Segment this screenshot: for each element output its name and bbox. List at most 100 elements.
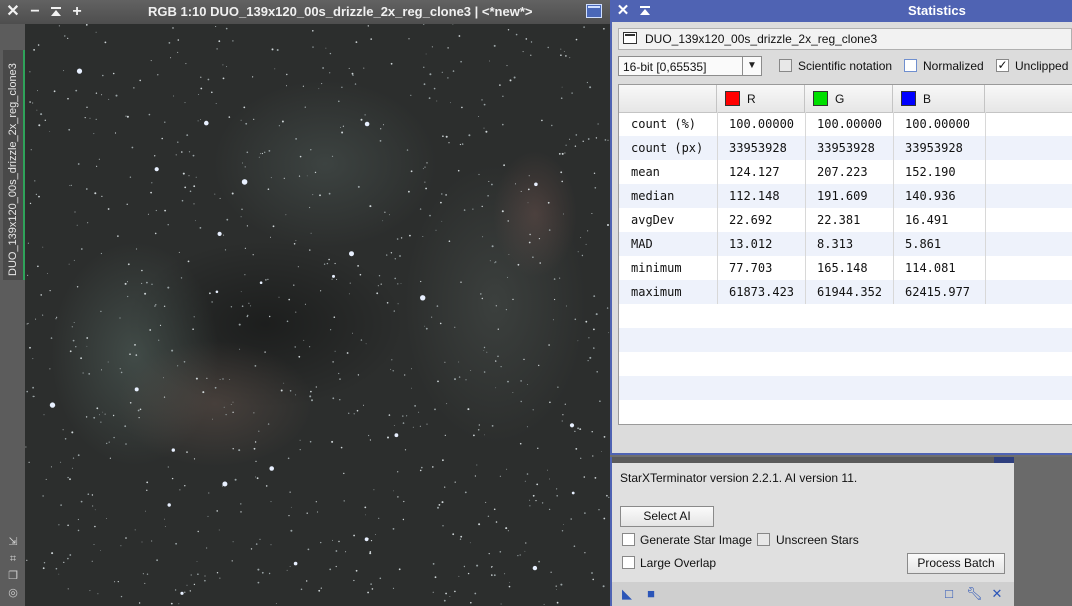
- chevron-down-icon[interactable]: ▼: [742, 57, 761, 75]
- star: [315, 386, 317, 388]
- star: [541, 502, 544, 504]
- star: [139, 408, 142, 411]
- star: [335, 550, 338, 552]
- star: [569, 57, 571, 59]
- star: [75, 89, 78, 92]
- star: [38, 195, 40, 198]
- star: [561, 530, 564, 532]
- star: [565, 305, 567, 307]
- star: [96, 165, 98, 167]
- star: [435, 229, 437, 231]
- unclipped-checkbox[interactable]: ✓: [996, 59, 1009, 72]
- star: [159, 324, 162, 326]
- star: [532, 494, 535, 497]
- star: [265, 279, 267, 281]
- generate-star-image-checkbox[interactable]: [622, 533, 635, 546]
- scientific-notation-checkbox[interactable]: [779, 59, 792, 72]
- star: [71, 431, 74, 434]
- star: [134, 344, 136, 346]
- star: [200, 87, 203, 90]
- star: [517, 555, 519, 557]
- normalized-checkbox[interactable]: [904, 59, 917, 72]
- star: [396, 238, 399, 240]
- star: [126, 115, 129, 118]
- close-icon[interactable]: ✕: [4, 2, 22, 22]
- version-text: StarXTerminator version 2.2.1. AI versio…: [620, 471, 858, 485]
- target-icon[interactable]: ◎: [7, 587, 19, 599]
- new-instance-icon[interactable]: ◣: [620, 587, 634, 601]
- star: [146, 489, 148, 491]
- star: [368, 434, 370, 437]
- process-batch-button[interactable]: Process Batch: [907, 553, 1005, 574]
- star: [276, 49, 279, 51]
- star: [286, 569, 288, 571]
- row-label: median: [631, 189, 675, 203]
- panel-resize-corner[interactable]: [994, 457, 1014, 463]
- star: [444, 361, 446, 363]
- star: [232, 448, 234, 450]
- star: [216, 572, 219, 574]
- star: [309, 395, 312, 398]
- row-label: MAD: [631, 237, 653, 251]
- crop-icon[interactable]: ⌗: [7, 553, 19, 565]
- arrow-icon[interactable]: ⇲: [7, 536, 19, 548]
- star: [393, 310, 395, 312]
- star: [470, 601, 472, 604]
- star: [530, 41, 533, 43]
- shade-icon[interactable]: [47, 2, 65, 22]
- star: [419, 208, 422, 210]
- star: [69, 185, 71, 187]
- star: [569, 138, 571, 140]
- star: [387, 436, 389, 439]
- star: [429, 73, 432, 76]
- star: [569, 423, 575, 428]
- large-overlap-checkbox[interactable]: [622, 556, 635, 569]
- star: [562, 414, 564, 416]
- star: [192, 328, 194, 331]
- star: [436, 305, 439, 307]
- minimize-icon[interactable]: −: [26, 2, 44, 22]
- star: [460, 60, 462, 63]
- unscreen-stars-checkbox[interactable]: [757, 533, 770, 546]
- preview-icon[interactable]: □: [942, 587, 956, 601]
- wrench-icon[interactable]: 🔧︎: [966, 587, 983, 601]
- star: [51, 552, 54, 555]
- star: [197, 120, 199, 122]
- star: [483, 346, 486, 349]
- star: [458, 575, 460, 577]
- star: [40, 294, 42, 296]
- star: [552, 319, 554, 321]
- image-view-tab[interactable]: DUO_139x120_00s_drizzle_2x_reg_clone3: [3, 50, 25, 280]
- star: [306, 580, 308, 582]
- star: [357, 374, 360, 376]
- range-dropdown[interactable]: 16-bit [0,65535] ▼: [618, 56, 762, 76]
- star: [206, 547, 208, 549]
- star: [134, 529, 136, 531]
- star: [487, 515, 490, 517]
- star: [53, 90, 56, 93]
- star: [158, 339, 160, 341]
- cell-r: 22.692: [729, 213, 773, 227]
- star: [141, 282, 143, 284]
- star: [548, 229, 551, 231]
- star: [363, 67, 365, 69]
- nebula-image[interactable]: [25, 24, 610, 606]
- zoom-in-icon[interactable]: +: [68, 2, 86, 22]
- view-selector[interactable]: DUO_139x120_00s_drizzle_2x_reg_clone3: [618, 28, 1072, 50]
- star: [431, 46, 433, 48]
- shade-icon[interactable]: [636, 1, 654, 21]
- select-ai-button[interactable]: Select AI: [620, 506, 714, 527]
- image-titlebar: ✕ − + RGB 1:10 DUO_139x120_00s_drizzle_2…: [0, 0, 610, 24]
- maximize-icon[interactable]: [586, 4, 602, 18]
- star: [499, 84, 501, 86]
- star: [608, 332, 610, 334]
- star: [502, 123, 504, 126]
- clone-icon[interactable]: ❐: [7, 570, 19, 582]
- star: [599, 400, 601, 403]
- star: [560, 583, 563, 586]
- reset-icon[interactable]: ✕: [990, 587, 1004, 601]
- star: [370, 583, 372, 585]
- apply-global-icon[interactable]: ■: [644, 587, 658, 601]
- header-name-column: [619, 85, 717, 112]
- close-icon[interactable]: ✕: [614, 1, 632, 21]
